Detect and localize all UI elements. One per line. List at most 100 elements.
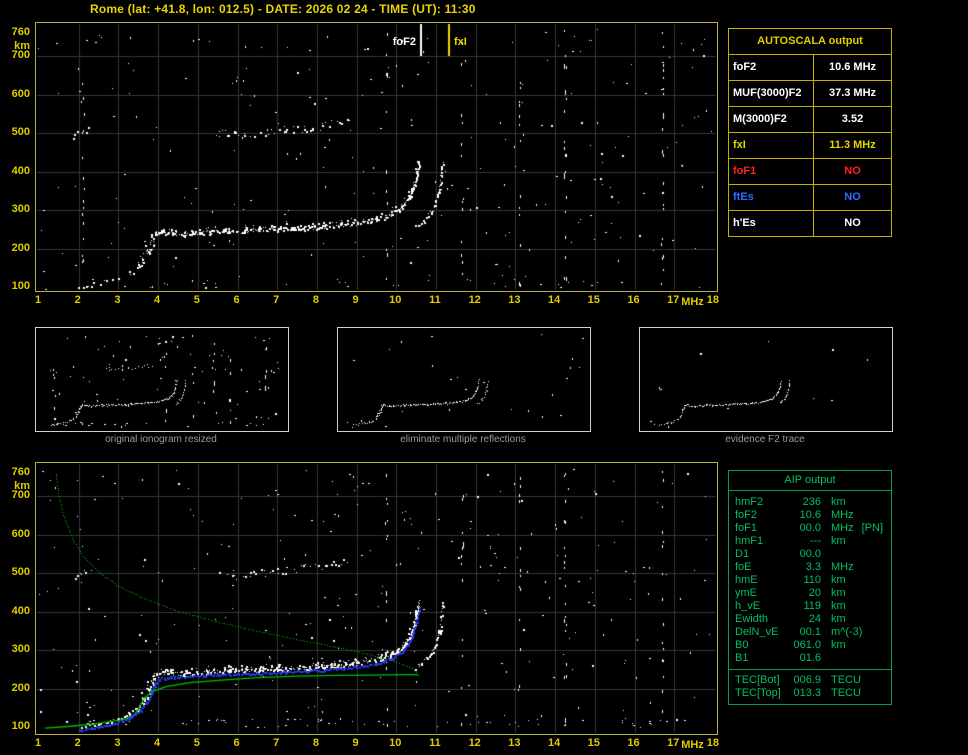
x-axis-tick-label: 2: [74, 737, 81, 749]
thumbnail-original-canvas: [36, 328, 286, 429]
x-axis-tick-label: 10: [389, 294, 402, 306]
aip-row: hmF2 236 km: [729, 496, 891, 509]
autoscala-row-label: fxI: [729, 133, 814, 158]
x-axis-tick-label: 12: [468, 294, 481, 306]
aip-row-name: hmF2: [735, 496, 764, 508]
autoscala-output-table: AUTOSCALA output foF2 10.6 MHz MUF(3000)F2…: [728, 28, 892, 237]
aip-row-unit: TECU: [831, 687, 861, 699]
x-axis-tick-label: 14: [547, 294, 561, 306]
aip-row-unit: MHz: [831, 561, 854, 573]
x-axis-tick-label: 7: [273, 294, 280, 306]
autoscala-row-label: ftEs: [729, 185, 814, 210]
x-axis-tick-label: 9: [352, 294, 359, 306]
aip-row-name: Ewidth: [735, 613, 769, 625]
x-axis-tick-label: 4: [154, 737, 161, 749]
aip-row-name: foF2: [735, 509, 758, 521]
y-axis-tick-label: 200: [11, 241, 30, 254]
autoscala-row: foF2 10.6 MHz: [729, 55, 891, 81]
autoscala-row-value: 37.3 MHz: [828, 87, 877, 99]
autoscala-table-body: foF2 10.6 MHz MUF(3000)F2 37.3 MHz M(3000)F2…: [729, 55, 891, 236]
aip-row-unit: km: [831, 639, 846, 651]
thumbnail-caption-original: original ionogram resized: [105, 434, 217, 445]
aip-row-value: 24: [808, 613, 821, 625]
aip-row-unit: km: [831, 613, 846, 625]
aip-row-unit: km: [831, 574, 846, 586]
y-axis-tick-label: 760: [11, 25, 30, 38]
y-axis-tick-label: 600: [11, 87, 30, 100]
y-axis-tick-label: 500: [11, 566, 30, 578]
thumbnail-eliminate-canvas: [338, 328, 588, 429]
x-axis-tick-label: 3: [114, 737, 121, 749]
profile-ionogram-plot: [35, 462, 718, 735]
aip-row-name: B1: [735, 652, 749, 664]
aip-row-name: hmF1: [735, 535, 764, 547]
y-axis-tick-label: 600: [11, 527, 30, 540]
autoscala-row-value: 11.3 MHz: [829, 139, 876, 151]
aip-output-table: AIP output hmF2 236 km foF2 10.6 MHz foF1 00.0 M…: [728, 470, 892, 705]
x-axis-tick-label: 10: [389, 737, 402, 749]
x-axis-tick-label: 7: [273, 737, 280, 749]
aip-row-name: hmE: [735, 574, 758, 586]
y-axis-tick-label: 300: [11, 203, 30, 215]
autoscala-row-label: MUF(3000)F2: [729, 81, 814, 106]
aip-row-name: B0: [735, 639, 749, 651]
aip-row: hmF1 --- km: [729, 535, 891, 548]
fof2-marker-label: foF2: [392, 36, 416, 48]
aip-row-name: ymE: [735, 587, 757, 599]
aip-row-value: 236: [802, 496, 821, 508]
aip-row: foE 3.3 MHz: [729, 561, 891, 574]
aip-row: B1 01.6: [729, 652, 891, 665]
y-axis-tick-label: 760: [11, 465, 30, 478]
aip-row: TEC[Top] 013.3 TECU: [729, 687, 891, 700]
aip-row: DelN_vE 00.1 m^(-3): [729, 626, 891, 639]
x-axis-tick-label: 1: [34, 294, 42, 306]
x-axis-tick-label: 3: [114, 294, 121, 306]
aip-row-value: 10.6: [799, 509, 821, 521]
y-axis-tick-label: 100: [11, 280, 30, 292]
aip-row-unit: km: [831, 535, 846, 547]
aip-row-unit: TECU: [831, 674, 861, 686]
aip-row-extra: [PN]: [861, 522, 884, 534]
autoscala-row: MUF(3000)F2 37.3 MHz: [729, 81, 891, 107]
autoscala-row-label: foF2: [729, 55, 814, 80]
autoscala-row-value: NO: [844, 191, 861, 203]
autoscala-table-header: AUTOSCALA output: [729, 29, 891, 55]
thumbnail-caption-eliminate: eliminate multiple reflections: [400, 434, 526, 445]
main-ionogram-plot: foF2 fxI: [35, 22, 718, 292]
aip-row-name: D1: [735, 548, 750, 560]
thumbnail-evidence-f2: [639, 327, 893, 432]
aip-table-body: hmF2 236 km foF2 10.6 MHz foF1 00.0 MHz [PN] hmF1 -…: [729, 491, 891, 704]
aip-row-name: TEC[Bot]: [735, 674, 780, 686]
aip-row-value: 3.3: [805, 561, 821, 573]
x-axis-tick-label: 5: [193, 737, 200, 749]
aip-separator: [729, 669, 891, 670]
y-axis-tick-label: 200: [11, 681, 30, 694]
aip-row-value: 01.6: [799, 652, 821, 664]
x-axis-tick-label: 15: [587, 294, 600, 306]
thumbnail-eliminate-reflections: [337, 327, 591, 432]
x-axis-tick-label: 13: [508, 294, 521, 306]
x-axis-tick-label: 16: [627, 737, 640, 749]
aip-row-value: 006.9: [793, 674, 821, 686]
x-axis-tick-label: 1: [34, 737, 42, 749]
thumbnail-evidence-canvas: [640, 328, 890, 429]
aip-row-value: 013.3: [793, 687, 821, 699]
y-axis-tick-label: 500: [11, 126, 30, 138]
autoscala-row-value: 3.52: [841, 113, 864, 125]
y-axis-tick-label: 100: [11, 720, 30, 732]
aip-row-name: TEC[Top]: [735, 687, 781, 699]
aip-row-unit: MHz: [831, 522, 854, 534]
aip-row-name: foE: [735, 561, 752, 573]
aip-row: foF1 00.0 MHz [PN]: [729, 522, 891, 535]
x-axis-unit-label: MHz: [681, 296, 704, 308]
x-axis-tick-label: 15: [587, 737, 600, 749]
aip-row-value: 00.0: [799, 522, 821, 534]
aip-row-unit: km: [831, 600, 846, 612]
autoscala-row-label: M(3000)F2: [729, 107, 814, 132]
y-axis-tick-label: 400: [11, 604, 30, 617]
aip-row-value: 00.0: [799, 548, 821, 560]
aip-row-name: DelN_vE: [735, 626, 779, 638]
aip-row-value: 00.1: [799, 626, 821, 638]
main-ionogram-canvas: [36, 23, 717, 291]
x-axis-unit-label: MHz: [681, 739, 704, 751]
